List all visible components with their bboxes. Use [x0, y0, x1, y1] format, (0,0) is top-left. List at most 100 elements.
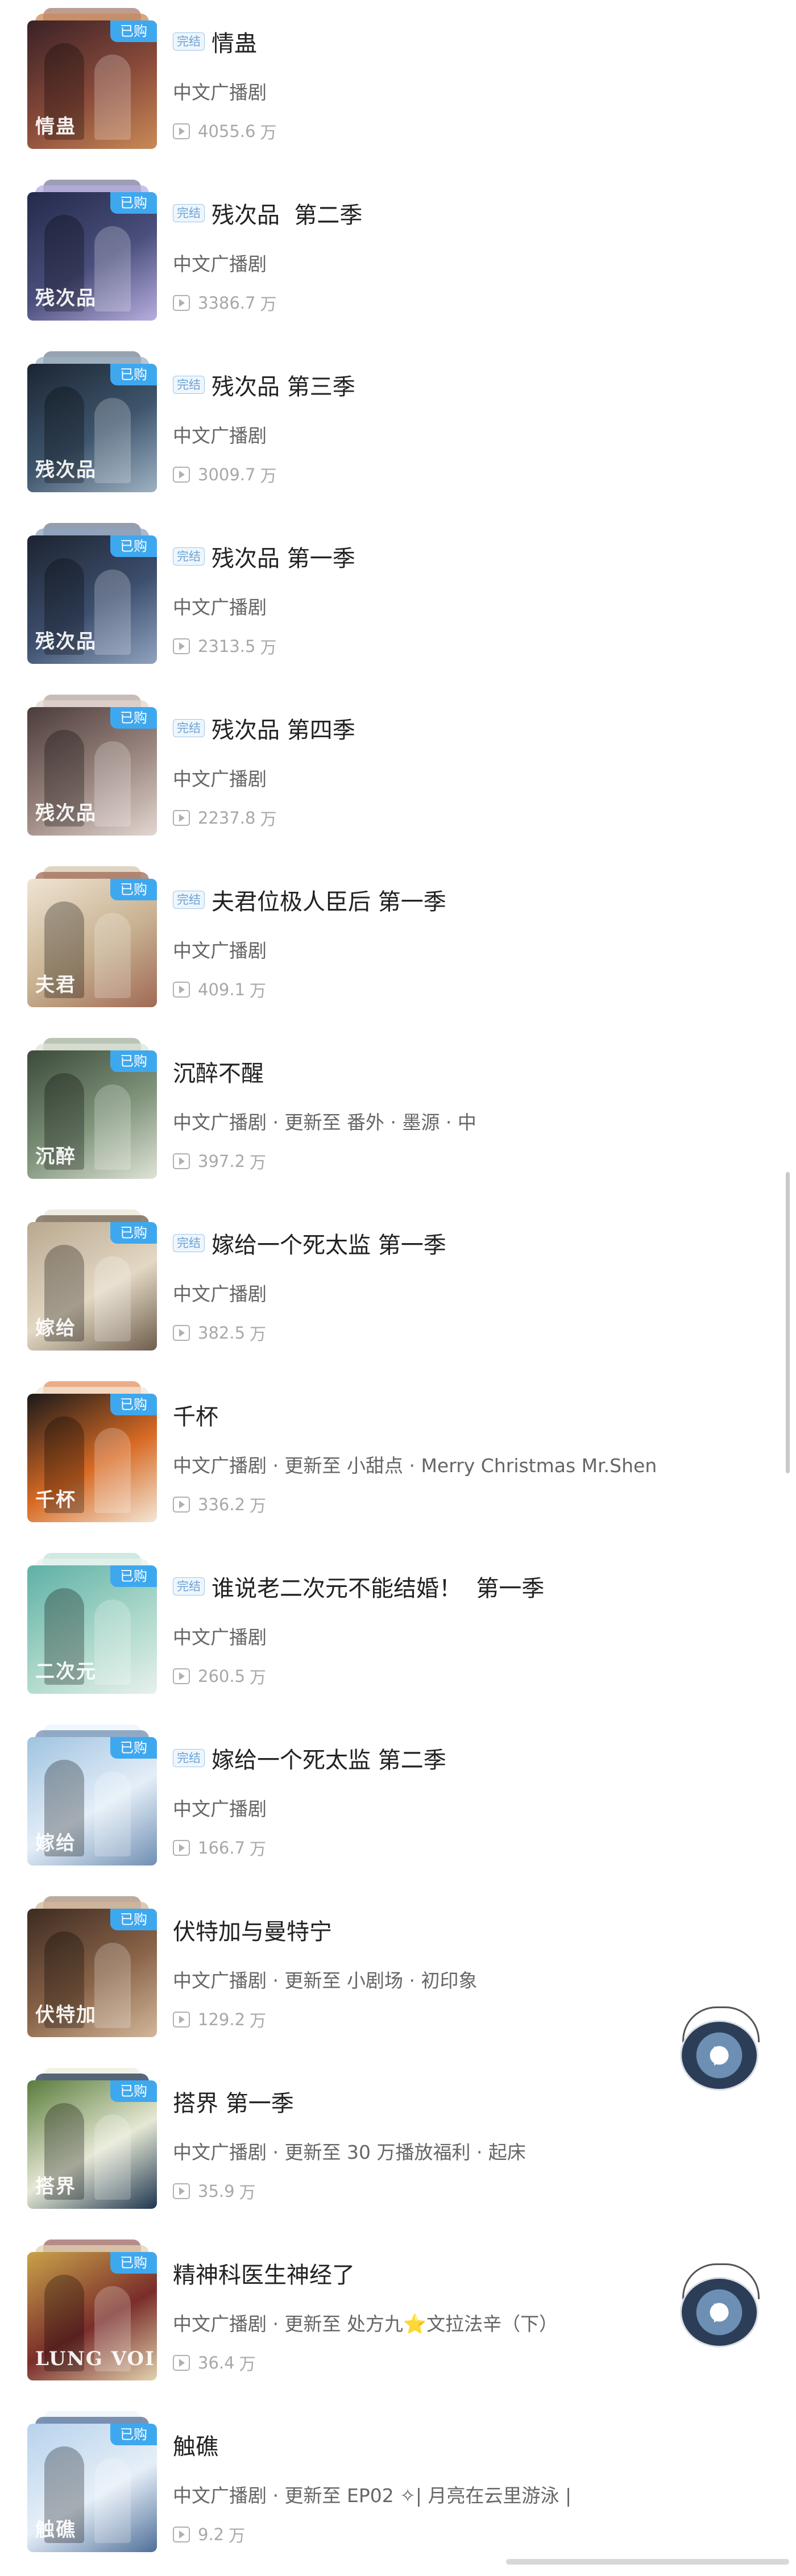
play-count-value: 336.2 — [198, 1495, 246, 1514]
drama-list: 情蛊 已购 完结 情蛊 中文广播剧 4055.6 万残次品 已购 完结 残次品 第二季 中文广播剧 3… — [0, 0, 796, 2576]
title-row: 完结 残次品 第三季 — [173, 368, 355, 401]
play-count-value: 9.2 — [198, 2525, 225, 2544]
drama-title[interactable]: 残次品 第二季 — [212, 197, 362, 230]
cover-stack[interactable]: 嫁给 已购 — [27, 1725, 157, 1865]
drama-title[interactable]: 嫁给一个死太监 第二季 — [212, 1742, 446, 1775]
play-count-value: 35.9 — [198, 2182, 235, 2201]
drama-title[interactable]: 搭界 第一季 — [173, 2085, 294, 2118]
play-count-unit: 万 — [260, 466, 277, 485]
play-count-unit: 万 — [250, 1153, 267, 1172]
play-count-value: 36.4 — [198, 2353, 235, 2373]
play-icon — [714, 2046, 729, 2066]
cover-stack[interactable]: 残次品 已购 — [27, 351, 157, 492]
drama-title[interactable]: 情蛊 — [212, 25, 257, 58]
cover-figure — [94, 1771, 131, 1856]
list-item[interactable]: 夫君 已购 完结 夫君位极人臣后 第一季 中文广播剧 409.1 万 — [0, 858, 796, 1030]
cover-figure — [94, 2114, 131, 2200]
cover-stack[interactable]: 残次品 已购 — [27, 523, 157, 664]
cover-stack[interactable]: 伏特加 已购 — [27, 1896, 157, 2037]
cover-stack[interactable]: 情蛊 已购 — [27, 8, 157, 149]
play-count-unit: 万 — [239, 2183, 256, 2202]
cover-figure — [94, 55, 131, 140]
floating-player-button[interactable] — [677, 2006, 762, 2092]
list-item[interactable]: 残次品 已购 完结 残次品 第一季 中文广播剧 2313.5 万 — [0, 515, 796, 687]
cover-stack[interactable]: 触礁 已购 — [27, 2411, 157, 2552]
play-count-icon — [173, 1668, 190, 1684]
list-item[interactable]: 二次元 已购 完结 谁说老二次元不能结婚！ 第一季 中文广播剧 260.5 万 — [0, 1545, 796, 1717]
cover-figure — [94, 398, 131, 483]
cover-stack[interactable]: 千杯 已购 — [27, 1381, 157, 1522]
drama-title[interactable]: 触礁 — [173, 2428, 218, 2461]
drama-title[interactable]: 残次品 第三季 — [212, 368, 355, 401]
drama-subtitle: 中文广播剧 · 更新至 30 万播放福利 · 起床 — [173, 2137, 526, 2164]
latest-episode: 小甜点 · Merry Christmas Mr.Shen — [341, 1455, 657, 1477]
cover-stack[interactable]: 沉醉 已购 — [27, 1038, 157, 1179]
drama-title[interactable]: 残次品 第四季 — [212, 712, 355, 745]
play-count-unit: 万 — [229, 2526, 246, 2545]
list-item[interactable]: 残次品 已购 完结 残次品 第三季 中文广播剧 3009.7 万 — [0, 343, 796, 515]
drama-subtitle: 中文广播剧 — [173, 1622, 267, 1650]
play-count: 397.2 万 — [173, 1149, 266, 1173]
title-row: 沉醉不醒 — [173, 1055, 264, 1088]
drama-title[interactable]: 嫁给一个死太监 第一季 — [212, 1227, 446, 1260]
play-count-icon — [173, 1325, 190, 1341]
list-item[interactable]: 残次品 已购 完结 残次品 第二季 中文广播剧 3386.7 万 — [0, 172, 796, 343]
list-item[interactable]: 嫁给 已购 完结 嫁给一个死太监 第一季 中文广播剧 382.5 万 — [0, 1202, 796, 1373]
drama-title[interactable]: 谁说老二次元不能结婚！ 第一季 — [212, 1570, 544, 1603]
purchased-badge: 已购 — [110, 2080, 157, 2102]
cover-title-art: 搭界 — [35, 2175, 76, 2198]
scrollbar[interactable] — [786, 1172, 790, 1473]
play-count-unit: 万 — [260, 294, 277, 314]
play-count-icon — [173, 638, 190, 654]
category-label: 中文广播剧 — [173, 81, 267, 103]
cover-stack[interactable]: 嫁给 已购 — [27, 1210, 157, 1351]
title-row: 完结 残次品 第四季 — [173, 712, 355, 745]
cover-title-art: 触礁 — [35, 2519, 76, 2541]
play-count: 36.4 万 — [173, 2351, 256, 2375]
play-count: 3386.7 万 — [173, 291, 277, 315]
completed-tag: 完结 — [173, 1749, 205, 1767]
cover-stack[interactable]: 夫君 已购 — [27, 866, 157, 1007]
list-item[interactable]: 沉醉 已购 沉醉不醒 中文广播剧 · 更新至 番外 · 墨源 · 中 397.2 万 — [0, 1030, 796, 1202]
floating-player-button[interactable] — [677, 2263, 762, 2349]
category-label: 中文广播剧 — [173, 596, 267, 618]
drama-subtitle: 中文广播剧 · 更新至 小剧场 · 初印象 — [173, 1966, 477, 1993]
list-item[interactable]: 触礁 已购 触礁 中文广播剧 · 更新至 EP02 ✧| 月亮在云里游泳 | 9.2 万 — [0, 2403, 796, 2575]
drama-title[interactable]: 沉醉不醒 — [173, 1055, 264, 1088]
play-count-icon — [173, 2183, 190, 2199]
play-count: 409.1 万 — [173, 978, 266, 1002]
play-count-icon — [173, 1840, 190, 1856]
drama-title[interactable]: 伏特加与曼特宁 — [173, 1913, 332, 1946]
purchased-badge: 已购 — [110, 1050, 157, 1072]
category-label: 中文广播剧 — [173, 1455, 267, 1477]
list-item[interactable]: 情蛊 已购 完结 情蛊 中文广播剧 4055.6 万 — [0, 0, 796, 172]
cover-title-art: 嫁给 — [35, 1832, 76, 1855]
completed-tag: 完结 — [173, 376, 205, 394]
completed-tag: 完结 — [173, 32, 205, 51]
play-count: 129.2 万 — [173, 2008, 266, 2031]
cover-stack[interactable]: LUNG VOI 已购 — [27, 2240, 157, 2380]
drama-title[interactable]: 精神科医生神经了 — [173, 2257, 355, 2290]
list-item[interactable]: 千杯 已购 千杯中文广播剧 · 更新至 小甜点 · Merry Christmas … — [0, 1373, 796, 1545]
play-count-value: 4055.6 — [198, 122, 256, 141]
play-count-unit: 万 — [250, 1668, 267, 1687]
cover-stack[interactable]: 残次品 已购 — [27, 180, 157, 321]
play-count-value: 382.5 — [198, 1323, 246, 1343]
cover-stack[interactable]: 二次元 已购 — [27, 1553, 157, 1694]
list-item[interactable]: 嫁给 已购 完结 嫁给一个死太监 第二季 中文广播剧 166.7 万 — [0, 1717, 796, 1888]
drama-subtitle: 中文广播剧 · 更新至 小甜点 · Merry Christmas Mr.She… — [173, 1451, 657, 1478]
drama-title[interactable]: 千杯 — [173, 1398, 218, 1431]
drama-subtitle: 中文广播剧 — [173, 592, 267, 620]
drama-title[interactable]: 夫君位极人臣后 第一季 — [212, 883, 446, 916]
purchased-badge: 已购 — [110, 364, 157, 385]
cover-stack[interactable]: 搭界 已购 — [27, 2068, 157, 2209]
separator: · — [267, 1455, 285, 1477]
drama-subtitle: 中文广播剧 — [173, 249, 267, 276]
drama-title[interactable]: 残次品 第一季 — [212, 540, 355, 573]
update-prefix: 更新至 — [284, 2313, 341, 2335]
list-item[interactable]: 残次品 已购 完结 残次品 第四季 中文广播剧 2237.8 万 — [0, 687, 796, 858]
update-prefix: 更新至 — [284, 1455, 341, 1477]
cover-stack[interactable]: 残次品 已购 — [27, 695, 157, 836]
cover-title-art: 嫁给 — [35, 1317, 76, 1340]
cover-title-art: 伏特加 — [35, 2004, 97, 2026]
